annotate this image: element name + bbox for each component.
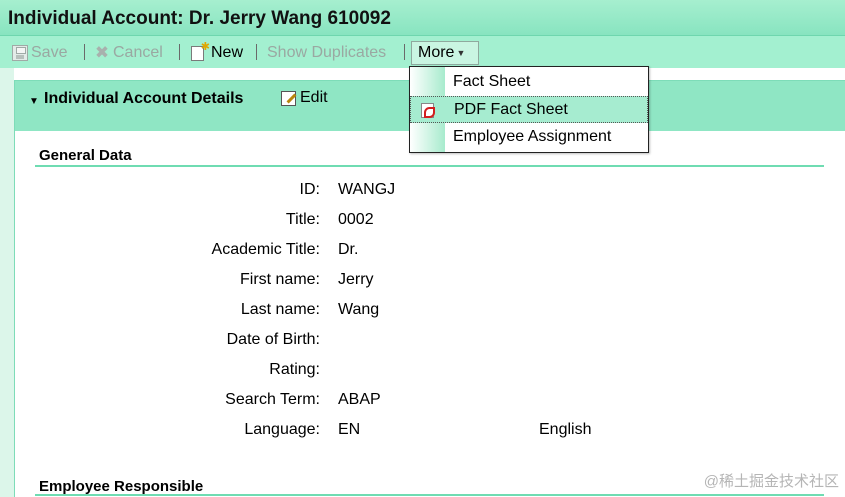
field-label: Language: — [244, 421, 320, 438]
edit-button[interactable]: Edit — [281, 89, 328, 107]
toolbar-separator — [84, 44, 85, 60]
field-value-description: English — [539, 421, 592, 438]
field-value: Jerry — [338, 271, 374, 288]
cancel-icon: ✖ — [94, 43, 110, 62]
save-label: Save — [31, 44, 68, 61]
menu-item-employee-assignment[interactable]: Employee Assignment — [410, 123, 648, 150]
menu-item-fact-sheet[interactable]: Fact Sheet — [410, 68, 648, 95]
field-row-id: ID: WANGJ — [0, 181, 845, 203]
new-document-icon — [191, 40, 210, 61]
field-label: Title: — [285, 211, 320, 228]
menu-item-pdf-fact-sheet[interactable]: PDF Fact Sheet — [410, 96, 648, 123]
field-label: Search Term: — [225, 391, 320, 408]
toolbar-separator — [404, 44, 405, 60]
title-bar: Individual Account: Dr. Jerry Wang 61009… — [0, 0, 845, 36]
field-value: Dr. — [338, 241, 359, 258]
section-divider — [35, 494, 824, 496]
field-value: WANGJ — [338, 181, 396, 198]
field-label: Academic Title: — [211, 241, 320, 258]
menu-item-label: PDF Fact Sheet — [454, 100, 568, 118]
new-button[interactable]: New — [191, 40, 244, 63]
more-label: More — [418, 44, 455, 61]
page-title: Individual Account: Dr. Jerry Wang 61009… — [8, 8, 391, 29]
field-row-rating: Rating: — [0, 361, 845, 383]
save-button[interactable]: Save — [12, 43, 67, 63]
pdf-icon — [421, 103, 435, 118]
cancel-button[interactable]: ✖ Cancel — [94, 43, 163, 63]
edit-icon — [281, 90, 296, 106]
more-dropdown-menu: Fact Sheet PDF Fact Sheet Employee Assig… — [409, 66, 649, 153]
menu-item-label: Employee Assignment — [453, 127, 612, 145]
watermark: @稀土掘金技术社区 — [703, 473, 839, 490]
toolbar-separator — [256, 44, 257, 60]
collapse-triangle-icon[interactable]: ▼ — [29, 96, 39, 107]
edit-label: Edit — [300, 89, 328, 106]
caret-down-icon: ▼ — [456, 48, 466, 58]
field-label: Rating: — [269, 361, 320, 378]
toolbar-separator — [179, 44, 180, 60]
show-duplicates-button[interactable]: Show Duplicates — [267, 43, 386, 63]
field-row-title: Title: 0002 — [0, 211, 845, 233]
field-label: Last name: — [240, 301, 320, 318]
panel-title: Individual Account Details — [44, 90, 244, 107]
field-label: ID: — [299, 181, 320, 198]
field-row-first-name: First name: Jerry — [0, 271, 845, 293]
new-label: New — [211, 44, 244, 61]
menu-item-label: Fact Sheet — [453, 72, 531, 90]
cancel-label: Cancel — [113, 44, 163, 61]
field-row-language: Language: EN English — [0, 421, 845, 443]
field-value: 0002 — [338, 211, 374, 228]
field-row-academic-title: Academic Title: Dr. — [0, 241, 845, 263]
field-row-last-name: Last name: Wang — [0, 301, 845, 323]
field-label: Date of Birth: — [226, 331, 320, 348]
field-row-date-of-birth: Date of Birth: — [0, 331, 845, 353]
field-value: Wang — [338, 301, 380, 318]
field-value: EN — [338, 421, 361, 438]
field-label: First name: — [239, 271, 320, 288]
section-divider — [35, 165, 824, 167]
field-row-search-term: Search Term: ABAP — [0, 391, 845, 413]
save-icon — [12, 45, 28, 61]
more-button[interactable]: More ▼ — [411, 41, 479, 65]
section-title-general-data: General Data — [39, 147, 132, 164]
show-duplicates-label: Show Duplicates — [267, 44, 387, 61]
field-value: ABAP — [338, 391, 381, 408]
section-title-employee-responsible: Employee Responsible — [39, 478, 204, 495]
